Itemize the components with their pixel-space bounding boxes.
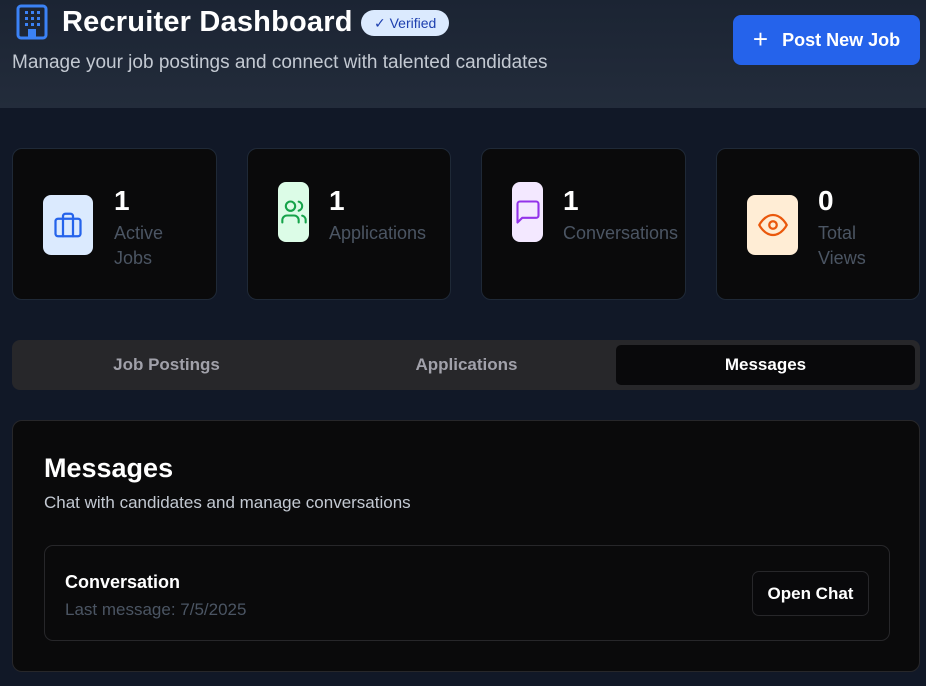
messages-subtitle: Chat with candidates and manage conversa… <box>44 493 411 512</box>
message-square-icon <box>512 182 543 242</box>
stat-value: 1 <box>329 185 345 216</box>
page-subtitle: Manage your job postings and connect wit… <box>12 52 548 73</box>
verified-badge: ✓ Verified <box>361 10 450 36</box>
tab-job-postings[interactable]: Job Postings <box>17 345 316 385</box>
messages-panel: Messages Chat with candidates and manage… <box>12 420 920 672</box>
stat-card-total-views: 0 Total Views <box>716 148 920 300</box>
briefcase-icon <box>43 195 93 255</box>
stat-card-active-jobs: 1 Active Jobs <box>12 148 217 300</box>
users-icon <box>278 182 309 242</box>
stat-label: Applications <box>329 223 427 243</box>
stat-label: Total Views <box>818 223 866 268</box>
page-title: Recruiter Dashboard <box>62 6 353 38</box>
stat-label: Conversations <box>563 223 679 243</box>
stat-card-applications: 1 Applications <box>247 148 451 300</box>
plus-icon: + <box>752 23 769 54</box>
conversation-last-message: Last message: 7/5/2025 <box>65 600 247 619</box>
dashboard-header: Recruiter Dashboard ✓ Verified Manage yo… <box>0 0 926 108</box>
post-new-job-label: Post New Job <box>782 29 901 50</box>
stat-card-conversations: 1 Conversations <box>481 148 686 300</box>
stat-value: 0 <box>818 185 834 216</box>
messages-title: Messages <box>44 453 174 483</box>
eye-icon <box>747 195 798 255</box>
open-chat-button[interactable]: Open Chat <box>752 571 869 616</box>
stat-value: 1 <box>114 185 130 216</box>
dashboard-tabs: Job Postings Applications Messages <box>12 340 920 390</box>
tab-applications[interactable]: Applications <box>317 345 616 385</box>
stat-label: Active Jobs <box>114 223 164 268</box>
tab-messages[interactable]: Messages <box>616 345 915 385</box>
conversation-title: Conversation <box>65 572 181 592</box>
building-icon <box>16 4 48 40</box>
conversation-card: Conversation Last message: 7/5/2025 Open… <box>44 545 890 641</box>
post-new-job-button[interactable]: + Post New Job <box>733 15 920 65</box>
stat-value: 1 <box>563 185 579 216</box>
